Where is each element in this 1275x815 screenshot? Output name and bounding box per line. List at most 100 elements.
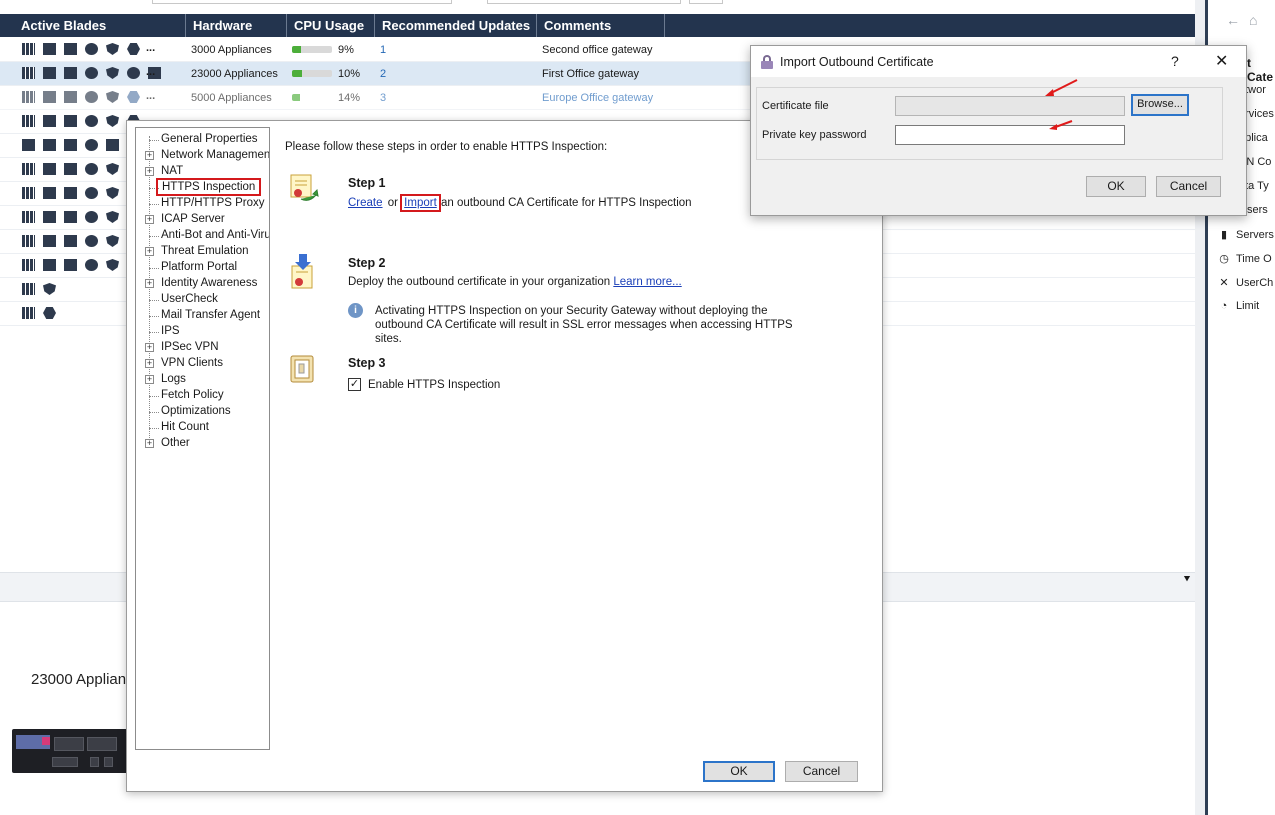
ips-blade-icon [106, 259, 119, 271]
category-usercheck[interactable]: ✕ UserCh [1218, 276, 1273, 289]
certificate-file-field[interactable] [895, 96, 1125, 116]
ok-button[interactable]: OK [703, 761, 775, 782]
help-button[interactable]: ? [1171, 53, 1179, 69]
expand-icon[interactable]: + [145, 375, 154, 384]
expand-icon[interactable]: + [145, 439, 154, 448]
col-active-blades[interactable]: Active Blades [21, 18, 106, 33]
tree-item-label: Platform Portal [161, 261, 238, 273]
url-filtering-blade-icon [85, 163, 98, 175]
certificate-icon [106, 139, 119, 151]
app-control-blade-icon [64, 67, 77, 79]
category-label: Time O [1236, 253, 1272, 265]
tree-item-label: Anti-Bot and Anti-Virus [161, 229, 270, 241]
vpn-blade-icon [43, 259, 56, 271]
back-arrow-icon[interactable]: ← [1226, 12, 1240, 28]
usercheck-icon: ✕ [1219, 277, 1229, 289]
learn-more-link[interactable]: Learn more... [613, 276, 681, 288]
gateways-table-header: Active Blades Hardware CPU Usage Recomme… [0, 14, 1195, 37]
import-link[interactable]: Import [400, 194, 441, 212]
create-link[interactable]: Create [348, 197, 383, 209]
expand-icon[interactable]: + [145, 343, 154, 352]
expand-icon[interactable]: + [145, 247, 154, 256]
private-key-password-field[interactable] [895, 125, 1125, 145]
category-limit[interactable]: ◔ Limit [1218, 300, 1260, 312]
vpn-blade-icon [43, 67, 56, 79]
tree-item-label: UserCheck [161, 293, 218, 305]
url-filtering-blade-icon [85, 67, 98, 79]
enable-https-inspection-checkbox[interactable]: ✓ [348, 378, 361, 391]
tree-item-label: HTTP/HTTPS Proxy [161, 197, 265, 209]
firewall-blade-icon [22, 211, 35, 223]
category-label: Limit [1236, 300, 1260, 312]
tree-item-label: Hit Count [161, 421, 209, 433]
url-filtering-blade-icon [85, 235, 98, 247]
col-comments[interactable]: Comments [544, 18, 611, 33]
browse-button[interactable]: Browse... [1131, 94, 1189, 116]
tree-connector [149, 236, 159, 237]
close-button[interactable]: ✕ [1215, 51, 1228, 71]
ips-blade-icon [106, 163, 119, 175]
url-filtering-blade-icon [85, 187, 98, 199]
expand-icon[interactable]: + [145, 359, 154, 368]
firewall-blade-icon [22, 283, 35, 295]
tree-connector [149, 140, 159, 141]
comment-cell: Europe Office gateway [542, 92, 654, 104]
search-box-fragment[interactable] [152, 0, 452, 4]
category-label: UserCh [1236, 277, 1274, 289]
firewall-blade-icon [22, 115, 35, 127]
expand-icon[interactable]: + [145, 151, 154, 160]
expand-icon[interactable]: + [145, 279, 154, 288]
col-recommended-updates[interactable]: Recommended Updates [382, 18, 530, 33]
tree-item-label: Fetch Policy [161, 389, 224, 401]
more-blades-indicator[interactable]: ... [146, 90, 155, 102]
crown-icon [22, 139, 35, 151]
dialog-titlebar[interactable]: Import Outbound Certificate ? ✕ [751, 46, 1246, 77]
active-blades-icons [22, 43, 140, 57]
cancel-button[interactable]: Cancel [1156, 176, 1221, 197]
certificate-deploy-icon [289, 254, 317, 289]
active-blades-icons [22, 139, 119, 153]
hardware-cell: 23000 Appliances [191, 68, 278, 80]
category-time[interactable]: ◷ Time O [1218, 252, 1272, 265]
firewall-blade-icon [22, 43, 35, 55]
tree-item-label: Logs [161, 373, 186, 385]
servers-icon: ▮ [1220, 229, 1228, 241]
more-blades-indicator[interactable]: ... [146, 66, 155, 78]
cancel-button[interactable]: Cancel [785, 761, 858, 782]
expand-icon[interactable]: + [145, 167, 154, 176]
smartconsole-window: Active Blades Hardware CPU Usage Recomme… [0, 0, 1275, 815]
tree-item-label: Network Management [161, 149, 270, 161]
firewall-blade-icon [22, 259, 35, 271]
limit-icon: ◔ [1220, 300, 1228, 312]
active-blades-icons [22, 307, 56, 321]
tree-item-label: General Properties [161, 133, 258, 145]
filter-box-fragment[interactable] [487, 0, 681, 4]
home-icon[interactable]: ⌂ [1249, 12, 1257, 28]
updates-cell[interactable]: 1 [380, 44, 386, 56]
tree-item-label: VPN Clients [161, 357, 223, 369]
ok-button[interactable]: OK [1086, 176, 1146, 197]
more-blades-indicator[interactable]: ... [146, 42, 155, 54]
tree-connector [149, 316, 159, 317]
col-cpu-usage[interactable]: CPU Usage [294, 18, 364, 33]
certificate-create-icon [289, 173, 319, 205]
category-servers[interactable]: ▮ Servers [1218, 228, 1274, 241]
app-control-blade-icon [64, 211, 77, 223]
lock-icon [761, 55, 773, 69]
category-users[interactable]: sers [1247, 204, 1268, 216]
updates-cell[interactable]: 2 [380, 68, 386, 80]
object-categories-title: t Cate [1247, 56, 1274, 84]
col-hardware[interactable]: Hardware [193, 18, 252, 33]
step1-rest: an outbound CA Certificate for HTTPS Ins… [440, 197, 692, 209]
threat-emulation-blade-icon [127, 67, 140, 79]
firewall-blade-icon [22, 91, 35, 103]
toolbar-button-fragment[interactable] [689, 0, 723, 4]
cpu-usage-cell: 10% [338, 68, 361, 80]
certificate-file-label: Certificate file [762, 100, 829, 112]
tree-item-label: Other [161, 437, 190, 449]
expand-icon[interactable]: + [145, 215, 154, 224]
url-filtering-blade-icon [85, 43, 98, 55]
collapse-icon[interactable]: ⯆ [1183, 574, 1191, 585]
active-blades-icons [22, 211, 119, 225]
updates-cell[interactable]: 3 [380, 92, 386, 104]
